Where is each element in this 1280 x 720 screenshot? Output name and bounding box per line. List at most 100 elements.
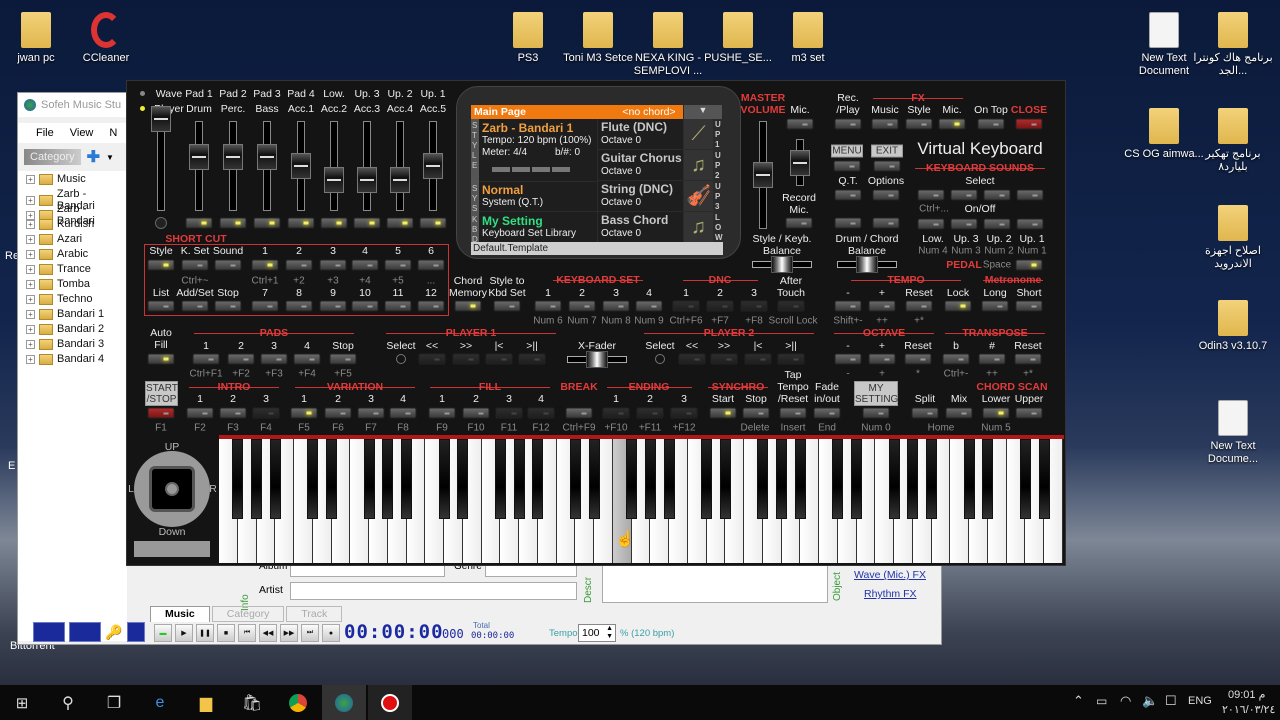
variation-button[interactable]: [357, 407, 385, 419]
shortcut-button[interactable]: [384, 300, 412, 312]
variation-button[interactable]: [324, 407, 352, 419]
expand-icon[interactable]: +: [26, 324, 35, 334]
black-key[interactable]: [1038, 439, 1050, 519]
desktop-icon[interactable]: NEXA KING - SEMPLOVI ...: [628, 12, 708, 78]
my-setting-button[interactable]: [862, 407, 890, 419]
chrome-button[interactable]: [276, 685, 320, 720]
keyboard-set-button[interactable]: [602, 300, 630, 312]
show-hidden-icons[interactable]: ⌃: [1073, 693, 1084, 709]
black-key[interactable]: [326, 439, 338, 519]
description-textarea[interactable]: [602, 561, 828, 603]
pad-button[interactable]: [260, 353, 288, 365]
search-button[interactable]: ⚲: [46, 685, 90, 720]
tempo-button[interactable]: [834, 300, 862, 312]
variation-button[interactable]: [389, 407, 417, 419]
keyboard-sound-select-button[interactable]: [1016, 189, 1044, 201]
record-icon[interactable]: ●: [322, 624, 340, 642]
shortcut-button[interactable]: [251, 300, 279, 312]
intro-button[interactable]: [186, 407, 214, 419]
tree-item[interactable]: + Tomba: [26, 278, 90, 290]
tree-item[interactable]: + Azari: [26, 233, 82, 245]
mic-volume-handle[interactable]: [790, 149, 810, 176]
mixer-mute-button[interactable]: [287, 217, 315, 229]
keyboard-set-button[interactable]: [568, 300, 596, 312]
black-key[interactable]: [907, 439, 919, 519]
dnc-button[interactable]: [706, 300, 734, 312]
mixer-mute-button[interactable]: [386, 217, 414, 229]
tempo-button[interactable]: [944, 300, 972, 312]
rewind-icon[interactable]: ◀◀: [259, 624, 277, 642]
ending-button[interactable]: [602, 407, 630, 419]
start-stop-button[interactable]: [147, 407, 175, 419]
mixer-fader-handle[interactable]: [357, 166, 377, 193]
ending-button[interactable]: [636, 407, 664, 419]
octave-button[interactable]: [868, 353, 896, 365]
black-key[interactable]: [363, 439, 375, 519]
expand-icon[interactable]: +: [26, 339, 35, 349]
mixer-fader-handle[interactable]: [257, 144, 277, 170]
black-key[interactable]: [701, 439, 713, 519]
tree-item[interactable]: + Music: [26, 173, 86, 185]
mixer-mute-button[interactable]: [419, 217, 447, 229]
expand-icon[interactable]: +: [26, 279, 35, 289]
player1-button[interactable]: [452, 353, 480, 365]
black-key[interactable]: [457, 439, 469, 519]
desktop-icon[interactable]: CS OG aimwa...: [1124, 108, 1204, 161]
transpose-button[interactable]: [1014, 353, 1042, 365]
black-key[interactable]: [232, 439, 244, 519]
clock-time[interactable]: 09:01 م: [1228, 688, 1265, 701]
black-key[interactable]: [719, 439, 731, 519]
mixer-mute-button[interactable]: [185, 217, 213, 229]
intro-button[interactable]: [219, 407, 247, 419]
black-key[interactable]: [569, 439, 581, 519]
desktop-icon[interactable]: PUSHE_SE...: [698, 12, 778, 65]
black-key[interactable]: [513, 439, 525, 519]
shortcut-button[interactable]: [147, 300, 175, 312]
tab-category[interactable]: Category: [211, 606, 285, 622]
after-touch-button[interactable]: [777, 300, 805, 312]
battery-icon[interactable]: ▭: [1096, 694, 1107, 708]
master-volume-handle[interactable]: [753, 162, 773, 188]
black-key[interactable]: [401, 439, 413, 519]
expand-icon[interactable]: +: [26, 294, 35, 304]
auto-fill-button[interactable]: [147, 353, 175, 365]
style-to-kbd-set-button[interactable]: [493, 300, 521, 312]
fill-button[interactable]: [462, 407, 490, 419]
recorder-taskbar-button[interactable]: [368, 685, 412, 720]
shortcut-button[interactable]: [319, 259, 347, 271]
mixer-fader-handle[interactable]: [291, 153, 311, 179]
desktop-icon[interactable]: برنامج تهكير بليارد٨: [1193, 108, 1273, 174]
x-fader-handle[interactable]: [586, 351, 608, 368]
start-button[interactable]: ⊞: [0, 685, 44, 720]
tempo-button[interactable]: [868, 300, 896, 312]
mixer-fader-handle[interactable]: [390, 166, 410, 193]
chord-scan-button[interactable]: [982, 407, 1010, 419]
black-key[interactable]: [963, 439, 975, 519]
tree-item[interactable]: + Bandari 1: [26, 308, 104, 320]
mixer-mute-button[interactable]: [320, 217, 348, 229]
modulation-bar[interactable]: [134, 541, 210, 557]
player2-button[interactable]: [744, 353, 772, 365]
keyboard-set-button[interactable]: [635, 300, 663, 312]
octave-button[interactable]: [904, 353, 932, 365]
split-button[interactable]: [911, 407, 939, 419]
mixer-mute-button[interactable]: [253, 217, 281, 229]
shortcut-button[interactable]: [181, 259, 209, 271]
shortcut-button[interactable]: [417, 300, 445, 312]
style-balance-handle[interactable]: [771, 256, 793, 273]
fill-button[interactable]: [495, 407, 523, 419]
pause-icon[interactable]: ❚❚: [196, 624, 214, 642]
transpose-button[interactable]: [942, 353, 970, 365]
on-top-button[interactable]: [977, 118, 1005, 130]
metronome-button[interactable]: [981, 300, 1009, 312]
options-button[interactable]: [872, 189, 900, 201]
joystick-knob[interactable]: [165, 482, 179, 496]
pad-button[interactable]: [192, 353, 220, 365]
intro-button[interactable]: [252, 407, 280, 419]
play-icon[interactable]: ▶: [175, 624, 193, 642]
black-key[interactable]: [382, 439, 394, 519]
black-key[interactable]: [794, 439, 806, 519]
edge-button[interactable]: e: [138, 685, 182, 720]
tree-item[interactable]: + Arabic: [26, 248, 88, 260]
shortcut-button[interactable]: [214, 259, 242, 271]
